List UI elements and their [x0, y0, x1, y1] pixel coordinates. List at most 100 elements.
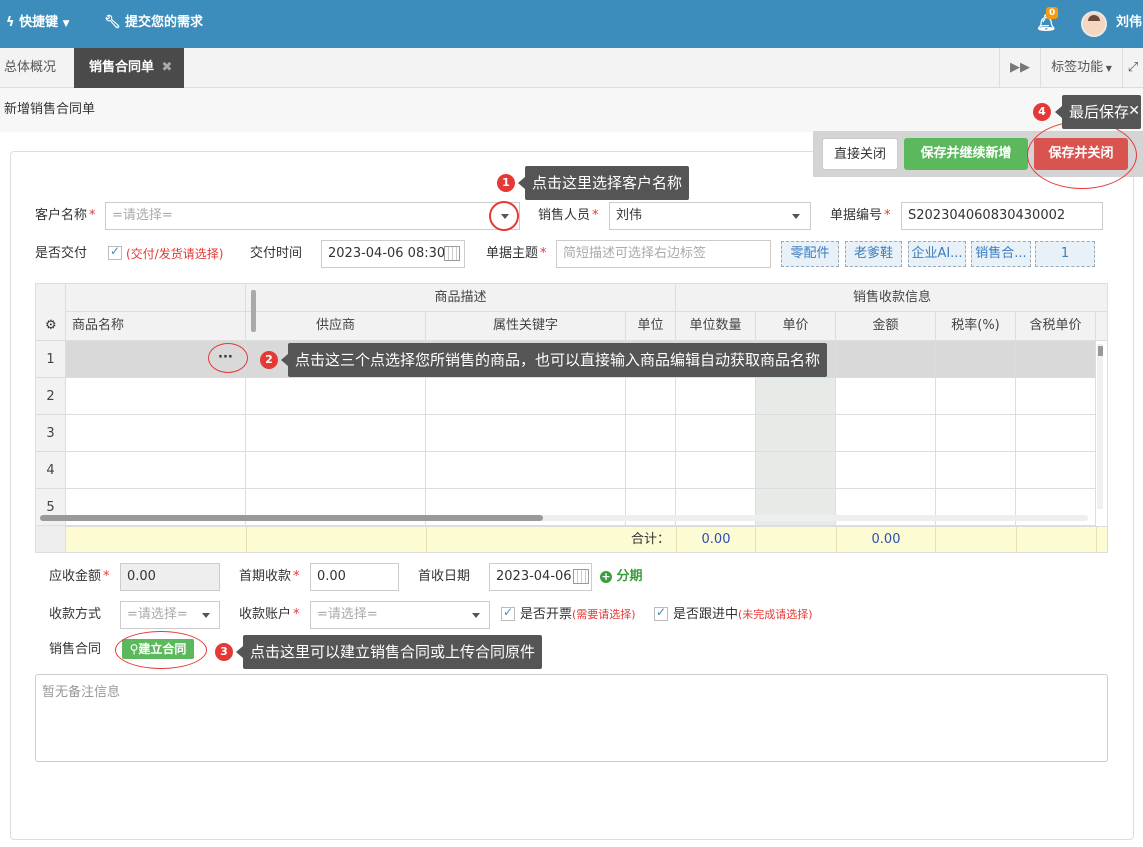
col-header[interactable]: 属性关键字 [426, 312, 626, 341]
sales-person-select[interactable]: 刘伟 [609, 202, 811, 230]
docno-label: 单据编号 * [830, 202, 891, 230]
table-cell[interactable] [426, 415, 626, 452]
table-cell[interactable] [836, 452, 936, 489]
product-picker-button[interactable]: ··· [218, 350, 233, 365]
calendar-icon[interactable] [444, 246, 460, 261]
required-mark: * [103, 569, 110, 584]
tooltip-save-text: 最后保存 [1069, 103, 1130, 121]
wrench-icon: 🔧︎ [104, 15, 121, 30]
table-cell[interactable] [1016, 341, 1096, 378]
table-cell[interactable] [246, 378, 426, 415]
installment-link[interactable]: + 分期 [600, 563, 643, 591]
table-cell[interactable] [756, 452, 836, 489]
total-divider [1096, 526, 1097, 552]
subject-tag[interactable]: 老爹鞋 [845, 241, 902, 267]
chevron-down-icon[interactable] [472, 613, 480, 618]
table-cell[interactable] [836, 378, 936, 415]
invoice-checkbox[interactable] [501, 605, 515, 621]
submit-request-link[interactable]: 🔧︎ 提交您的需求 [104, 0, 203, 48]
table-cell[interactable] [676, 415, 756, 452]
docno-label-text: 单据编号 [830, 208, 883, 223]
required-mark: * [540, 246, 547, 261]
close-button[interactable]: 直接关闭 [822, 138, 898, 170]
subject-tag[interactable]: 零配件 [781, 241, 839, 267]
table-cell[interactable] [936, 341, 1016, 378]
vertical-scroll-thumb[interactable] [1098, 346, 1103, 356]
close-icon[interactable]: ✕ [1128, 94, 1140, 128]
required-mark: * [293, 607, 300, 622]
table-cell[interactable] [756, 378, 836, 415]
total-label: 合计： [630, 532, 670, 547]
table-cell[interactable] [426, 452, 626, 489]
table-cell[interactable] [936, 415, 1016, 452]
table-cell[interactable] [1016, 415, 1096, 452]
table-cell[interactable] [246, 415, 426, 452]
grid-group-blank [66, 284, 246, 312]
highlight-circle [489, 201, 519, 231]
table-cell[interactable] [626, 415, 676, 452]
user-name[interactable]: 刘伟 [1116, 0, 1142, 48]
subject-tag[interactable]: 企业AI... [908, 241, 966, 267]
row-index: 2 [36, 378, 66, 415]
tag-function-menu[interactable]: 标签功能 ▼ [1040, 48, 1122, 88]
column-resize-handle[interactable] [251, 290, 256, 332]
table-cell[interactable] [626, 378, 676, 415]
col-header[interactable]: 供应商 [246, 312, 426, 341]
remark-textarea[interactable]: 暂无备注信息 [35, 674, 1108, 762]
customer-label: 客户名称 * [35, 202, 96, 230]
deliver-checkbox[interactable] [108, 244, 122, 260]
table-cell[interactable] [66, 452, 246, 489]
table-cell[interactable] [66, 415, 246, 452]
col-header[interactable]: 单位 [626, 312, 676, 341]
chevron-down-icon[interactable] [202, 613, 210, 618]
table-cell[interactable] [1016, 452, 1096, 489]
table-cell[interactable] [1016, 378, 1096, 415]
table-cell[interactable] [936, 452, 1016, 489]
docno-input[interactable]: S202304060830430002 [901, 202, 1103, 230]
table-cell[interactable] [676, 452, 756, 489]
col-header[interactable]: 税率(%) [936, 312, 1016, 341]
subject-input[interactable]: 简短描述可选择右边标签 [556, 240, 771, 268]
vertical-scrollbar[interactable] [1097, 344, 1103, 509]
horizontal-scroll-thumb[interactable] [40, 515, 543, 521]
table-cell[interactable] [426, 378, 626, 415]
subject-tag[interactable]: 1 [1035, 241, 1095, 267]
gear-icon[interactable]: ⚙ [45, 318, 57, 333]
table-cell[interactable] [66, 378, 246, 415]
table-cell[interactable] [836, 341, 936, 378]
tab-contract[interactable]: 销售合同单 ✖ [74, 48, 184, 88]
method-label: 收款方式 [49, 607, 102, 622]
close-icon[interactable]: ✖ [162, 60, 173, 75]
notification-bell[interactable]: 🔔︎ 0 [1036, 0, 1059, 48]
required-mark: * [592, 208, 599, 223]
first-date-value: 2023-04-06 [496, 569, 572, 584]
scroll-tabs-right-button[interactable]: ▶▶ [999, 48, 1040, 88]
col-header[interactable]: 含税单价 [1016, 312, 1096, 341]
shortcut-menu[interactable]: ϟ 快捷键 ▼ [6, 0, 70, 48]
col-header[interactable]: 单位数量 [676, 312, 756, 341]
subject-tag[interactable]: 销售合... [971, 241, 1031, 267]
table-cell[interactable] [246, 452, 426, 489]
avatar[interactable] [1081, 11, 1107, 37]
installment-label: 分期 [616, 569, 643, 584]
tooltip-contract: 点击这里可以建立销售合同或上传合同原件 [235, 635, 543, 669]
table-cell[interactable] [756, 415, 836, 452]
customer-select[interactable]: =请选择= [105, 202, 520, 230]
tag-function-label: 标签功能 [1051, 60, 1104, 75]
col-header[interactable]: 单价 [756, 312, 836, 341]
follow-checkbox[interactable] [654, 605, 668, 621]
col-header[interactable]: 金额 [836, 312, 936, 341]
table-cell[interactable] [836, 415, 936, 452]
calendar-icon[interactable] [573, 569, 589, 584]
first-payment-input[interactable]: 0.00 [310, 563, 399, 591]
tab-overview[interactable]: 总体概况 [0, 48, 74, 88]
account-select[interactable]: =请选择= [310, 601, 490, 629]
fullscreen-button[interactable]: ⤢ [1122, 48, 1143, 88]
chevron-down-icon[interactable] [792, 214, 800, 219]
table-cell[interactable] [676, 378, 756, 415]
col-header[interactable]: 商品名称 [66, 312, 246, 341]
table-cell[interactable] [626, 452, 676, 489]
invoice-label: 是否开票(需要请选择) [520, 601, 636, 629]
table-cell[interactable] [936, 378, 1016, 415]
save-continue-button[interactable]: 保存并继续新增 [904, 138, 1028, 170]
